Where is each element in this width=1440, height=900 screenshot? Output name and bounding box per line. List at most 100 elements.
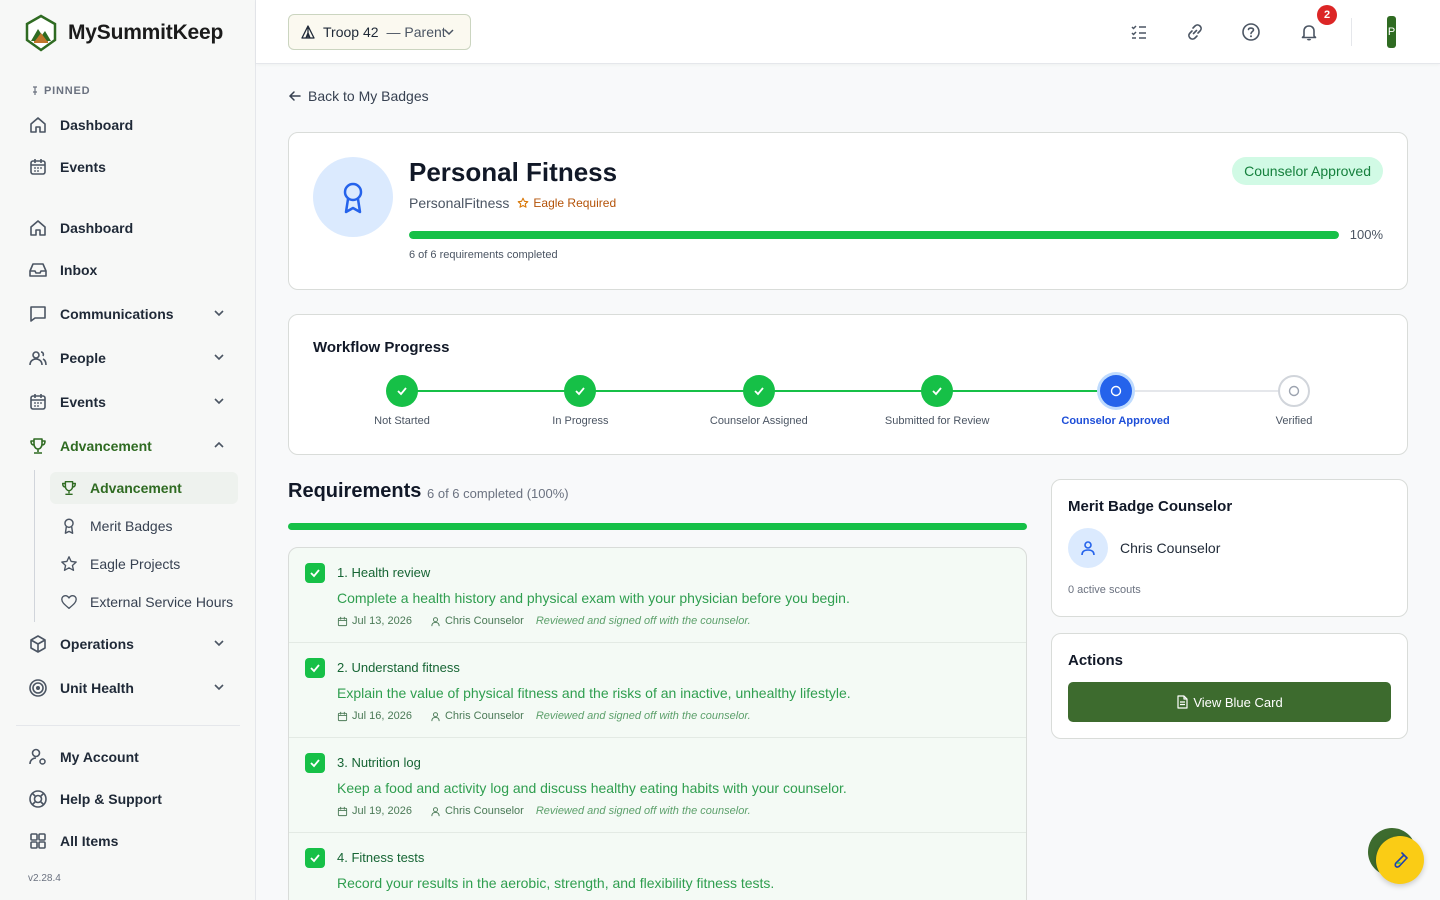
requirement-counselor: Chris Counselor: [444, 710, 524, 722]
actions-card: Actions View Blue Card: [1051, 633, 1408, 739]
requirement-name: 4. Fitness tests: [337, 850, 425, 865]
counselor-card-title: Merit Badge Counselor: [1068, 498, 1233, 515]
requirement-item: 1. Health review Complete a health histo…: [289, 548, 1026, 643]
requirement-name: 3. Nutrition log: [337, 755, 421, 770]
submenu-rail: [34, 470, 35, 622]
sidebar-item-dashboard[interactable]: Dashboard: [16, 210, 240, 246]
requirement-date: Jul 13, 2026: [352, 615, 412, 627]
workflow-step: Counselor Approved: [1041, 375, 1191, 427]
pinned-heading: PINNED: [30, 85, 90, 97]
app-version: v2.28.4: [28, 873, 61, 884]
requirement-checkbox[interactable]: [305, 658, 325, 678]
test-tube-icon: [1394, 852, 1408, 868]
view-blue-card-button[interactable]: View Blue Card: [1068, 682, 1391, 722]
badge-progress-percent: 100%: [1349, 227, 1383, 242]
actions-card-title: Actions: [1068, 652, 1124, 669]
requirement-item: 3. Nutrition log Keep a food and activit…: [289, 738, 1026, 833]
mountain-logo-icon: [25, 14, 57, 52]
sidebar-item-events[interactable]: Events: [16, 384, 240, 420]
star-icon: [60, 555, 78, 573]
sidebar-item-communications[interactable]: Communications: [16, 296, 240, 332]
sidebar-item-help-support[interactable]: Help & Support: [16, 781, 240, 817]
home-icon: [28, 218, 48, 238]
arrow-left-icon: [288, 91, 301, 101]
submenu-item-merit-badges[interactable]: Merit Badges: [50, 510, 238, 542]
requirement-counselor: Chris Counselor: [444, 615, 524, 627]
help-icon[interactable]: [1239, 20, 1263, 44]
user-icon: [431, 711, 440, 721]
check-icon: [310, 664, 320, 673]
circle-icon: [1278, 375, 1310, 407]
pin-icon: [33, 86, 37, 95]
requirement-description: Explain the value of physical fitness an…: [337, 685, 851, 701]
sidebar: MySummitKeep PINNED Dashboard Events Das…: [0, 0, 256, 900]
badge-subtitle: PersonalFitness Eagle Required: [409, 195, 616, 211]
status-badge: Counselor Approved: [1232, 157, 1383, 185]
calendar-icon: [337, 806, 348, 816]
checklist-icon[interactable]: [1127, 20, 1151, 44]
user-avatar[interactable]: P: [1387, 16, 1396, 48]
badge-progress-bar: [409, 231, 1339, 239]
chevron-down-icon[interactable]: [212, 306, 226, 323]
counselor-name[interactable]: Chris Counselor: [1120, 540, 1220, 556]
troop-selector[interactable]: Troop 42 — Parent: [288, 14, 471, 50]
people-icon: [28, 348, 48, 368]
chevron-down-icon[interactable]: [212, 350, 226, 367]
calendar-icon: [337, 616, 348, 626]
user-icon: [431, 806, 440, 816]
badge-header-card: Personal Fitness PersonalFitness Eagle R…: [288, 132, 1408, 290]
requirement-counselor: Chris Counselor: [444, 805, 524, 817]
workflow-step: Submitted for Review: [862, 375, 1012, 427]
inbox-icon: [28, 260, 48, 280]
requirement-checkbox[interactable]: [305, 753, 325, 773]
workflow-step-label: Counselor Approved: [1061, 415, 1170, 427]
grid-icon: [28, 831, 48, 851]
lifebuoy-icon: [28, 789, 48, 809]
check-circle-icon: [742, 375, 775, 407]
link-icon[interactable]: [1183, 20, 1207, 44]
target-icon: [28, 678, 48, 698]
sidebar-item-my-account[interactable]: My Account: [16, 739, 240, 775]
submenu-item-eagle-projects[interactable]: Eagle Projects: [50, 548, 238, 580]
check-icon: [310, 759, 320, 768]
requirement-description: Complete a health history and physical e…: [337, 590, 850, 606]
sidebar-item-people[interactable]: People: [16, 340, 240, 376]
workflow-step: In Progress: [505, 375, 655, 427]
workflow-title: Workflow Progress: [313, 339, 450, 356]
requirement-item: 4. Fitness tests Record your results in …: [289, 833, 1026, 900]
test-tube-fab-button[interactable]: [1376, 836, 1424, 884]
requirement-meta: Jul 19, 2026 Chris Counselor Reviewed an…: [337, 805, 751, 817]
trophy-icon: [60, 479, 78, 497]
back-to-badges-link[interactable]: Back to My Badges: [288, 88, 429, 104]
requirement-checkbox[interactable]: [305, 848, 325, 868]
pinned-item-events[interactable]: Events: [16, 149, 240, 185]
requirement-checkbox[interactable]: [305, 563, 325, 583]
sidebar-item-unit-health[interactable]: Unit Health: [16, 670, 240, 706]
requirement-note: Reviewed and signed off with the counsel…: [535, 805, 751, 817]
sidebar-item-operations[interactable]: Operations: [16, 626, 240, 662]
bell-icon[interactable]: [1297, 20, 1321, 44]
sidebar-item-all-items[interactable]: All Items: [16, 823, 240, 859]
sidebar-item-advancement[interactable]: Advancement: [16, 428, 240, 464]
document-icon: [1177, 695, 1188, 709]
chevron-up-icon[interactable]: [212, 438, 226, 455]
app-logo[interactable]: MySummitKeep: [24, 14, 223, 52]
pinned-item-dashboard[interactable]: Dashboard: [16, 107, 240, 143]
requirements-list: 1. Health review Complete a health histo…: [288, 547, 1027, 900]
submenu-item-advancement[interactable]: Advancement: [50, 472, 238, 504]
workflow-step-label: Not Started: [374, 415, 430, 427]
heart-icon: [60, 593, 78, 611]
chevron-down-icon[interactable]: [212, 394, 226, 411]
chevron-down-icon[interactable]: [212, 636, 226, 653]
circle-icon: [1099, 375, 1132, 407]
submenu-item-external-service-hours[interactable]: External Service Hours: [50, 586, 238, 618]
chevron-down-icon[interactable]: [212, 680, 226, 697]
requirement-meta: Jul 13, 2026 Chris Counselor Reviewed an…: [337, 615, 751, 627]
sidebar-item-inbox[interactable]: Inbox: [16, 252, 240, 288]
requirements-title: Requirements: [288, 480, 422, 502]
badge-emblem: [313, 157, 393, 237]
calendar-icon: [337, 711, 348, 721]
user-gear-icon: [28, 747, 48, 767]
requirement-note: Reviewed and signed off with the counsel…: [535, 615, 751, 627]
check-circle-icon: [564, 375, 597, 407]
